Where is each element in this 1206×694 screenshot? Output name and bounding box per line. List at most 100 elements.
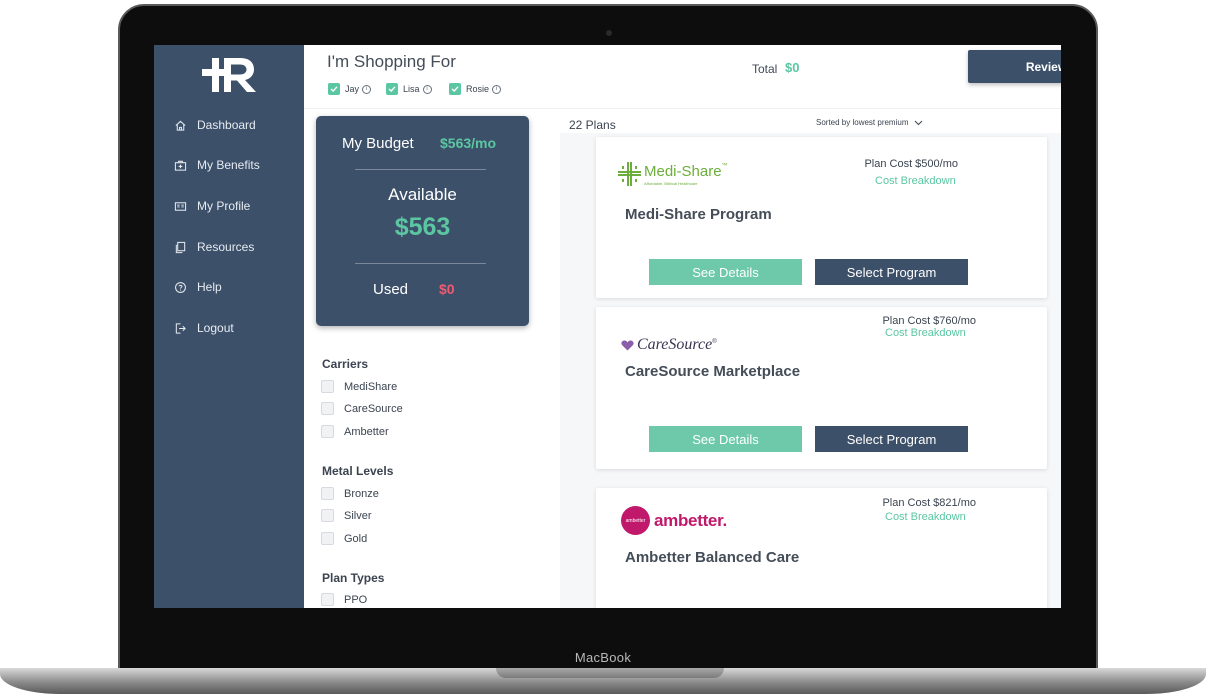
home-icon [173, 118, 187, 132]
available-value: $563 [394, 213, 451, 241]
plans-count: 22 Plans [569, 118, 616, 132]
see-details-button[interactable]: See Details [649, 259, 802, 285]
info-icon[interactable]: i [492, 84, 502, 94]
budget-divider [355, 169, 486, 170]
filter-option-label: Ambetter [344, 425, 389, 438]
sidebar-item-label: Resources [197, 240, 255, 254]
select-program-button[interactable]: Select Program [815, 426, 968, 452]
checkbox-unchecked[interactable] [321, 509, 334, 522]
sort-dropdown[interactable]: Sorted by lowest premium [816, 118, 923, 127]
filter-heading-metal-levels: Metal Levels [322, 464, 394, 478]
brand-logo[interactable] [200, 55, 258, 95]
sidebar-item-label: Logout [197, 321, 234, 335]
caresource-wordmark: CareSource [637, 336, 713, 353]
sidebar-item-label: Help [197, 280, 222, 294]
sort-label: Sorted by lowest premium [816, 118, 909, 127]
plan-card-medishare: Medi-Share™ Affordable, Biblical Healthc… [596, 137, 1047, 298]
budget-card: My Budget $563/mo Available $563 Used $0 [316, 116, 529, 326]
plan-card-caresource: CareSource ® Plan Cost $760/mo Cost Break… [596, 307, 1047, 469]
member-name: Rosie [466, 84, 490, 94]
chevron-down-icon [915, 120, 923, 125]
filter-option-caresource[interactable]: CareSource [321, 402, 403, 415]
sidebar-item-label: My Profile [197, 199, 251, 213]
plan-cost: Plan Cost $500/mo [864, 158, 958, 170]
budget-label: My Budget [342, 135, 414, 152]
filter-option-label: MediShare [344, 380, 398, 393]
filter-option-gold[interactable]: Gold [321, 532, 367, 545]
checkbox-checked[interactable] [386, 83, 398, 95]
budget-divider [355, 263, 486, 264]
plan-name: Ambetter Balanced Care [625, 549, 800, 566]
sidebar-item-logout[interactable]: Logout [173, 318, 234, 338]
total-value: $0 [785, 60, 800, 75]
documents-icon [173, 240, 187, 254]
plan-cost: Plan Cost $760/mo [882, 315, 976, 327]
checkbox-unchecked[interactable] [321, 380, 334, 393]
sidebar-item-help[interactable]: Help [173, 277, 222, 297]
webcam-icon [606, 30, 612, 36]
member-rosie[interactable]: Rosie i [449, 83, 502, 95]
sidebar-item-label: Dashboard [197, 118, 256, 132]
member-name: Lisa [403, 84, 420, 94]
checkbox-unchecked[interactable] [321, 425, 334, 438]
info-icon[interactable]: i [362, 84, 372, 94]
select-program-button[interactable]: Select Program [815, 259, 968, 285]
page-title: I'm Shopping For [327, 52, 456, 71]
ambetter-logo: ambetter ambetter. [621, 506, 727, 535]
sidebar-item-dashboard[interactable]: Dashboard [173, 115, 256, 135]
laptop-hinge-notch [496, 668, 724, 678]
filter-option-label: CareSource [344, 402, 403, 415]
used-label: Used [373, 281, 409, 298]
filter-option-medishare[interactable]: MediShare [321, 380, 397, 393]
member-lisa[interactable]: Lisa i [386, 83, 432, 95]
sidebar-item-label: My Benefits [197, 158, 260, 172]
ambetter-badge: ambetter [621, 506, 650, 535]
cost-breakdown-link[interactable]: Cost Breakdown [875, 175, 956, 187]
budget-value: $563/mo [440, 135, 497, 151]
plan-cost: Plan Cost $821/mo [882, 497, 976, 509]
checkbox-checked[interactable] [328, 83, 340, 95]
medishare-tagline: Affordable, Biblical Healthcare [644, 180, 698, 186]
filter-option-silver[interactable]: Silver [321, 509, 372, 522]
info-icon[interactable]: i [422, 84, 432, 94]
logout-icon [173, 321, 187, 335]
checkbox-unchecked[interactable] [321, 402, 334, 415]
see-details-button[interactable]: See Details [649, 426, 802, 452]
briefcase-icon [173, 158, 187, 172]
medishare-cross-icon [618, 162, 641, 186]
used-value: $0 [439, 281, 455, 297]
checkbox-checked[interactable] [449, 83, 461, 95]
total-label: Total [752, 62, 778, 76]
cost-breakdown-link[interactable]: Cost Breakdown [885, 511, 966, 523]
main-content: I'm Shopping For Jay i Lisa i Rosie i To… [304, 45, 1061, 608]
medishare-wordmark: Medi-Share [644, 162, 722, 180]
review-button[interactable]: Review [968, 50, 1061, 83]
sidebar-item-resources[interactable]: Resources [173, 237, 254, 257]
ambetter-wordmark: ambetter. [654, 510, 727, 530]
plan-name: Medi-Share Program [625, 206, 772, 223]
sidebar: Dashboard My Benefits My Profile Resourc… [154, 45, 304, 608]
filter-option-label: Silver [344, 509, 372, 522]
filter-option-ambetter[interactable]: Ambetter [321, 425, 389, 438]
filter-option-bronze[interactable]: Bronze [321, 487, 379, 500]
medishare-trademark: ™ [721, 162, 728, 169]
header-divider [304, 108, 1061, 109]
sidebar-item-my-benefits[interactable]: My Benefits [173, 155, 260, 175]
help-circle-icon [173, 280, 187, 294]
checkbox-unchecked[interactable] [321, 532, 334, 545]
filter-option-label: Bronze [344, 487, 379, 500]
caresource-trademark: ® [712, 339, 717, 345]
filter-option-label: Gold [344, 532, 368, 545]
checkbox-unchecked[interactable] [321, 487, 334, 500]
filter-option-ppo[interactable]: PPO [321, 593, 367, 606]
id-card-icon [173, 199, 187, 213]
member-jay[interactable]: Jay i [328, 83, 372, 95]
sidebar-item-my-profile[interactable]: My Profile [173, 196, 250, 216]
available-label: Available [388, 185, 457, 204]
app-screen: Dashboard My Benefits My Profile Resourc… [154, 45, 1061, 608]
caresource-logo: CareSource ® [621, 336, 717, 354]
cost-breakdown-link[interactable]: Cost Breakdown [885, 327, 966, 339]
checkbox-unchecked[interactable] [321, 593, 334, 606]
plan-card-ambetter: ambetter ambetter. Plan Cost $821/mo Cos… [596, 488, 1047, 608]
device-brand-label: MacBook [574, 650, 632, 665]
